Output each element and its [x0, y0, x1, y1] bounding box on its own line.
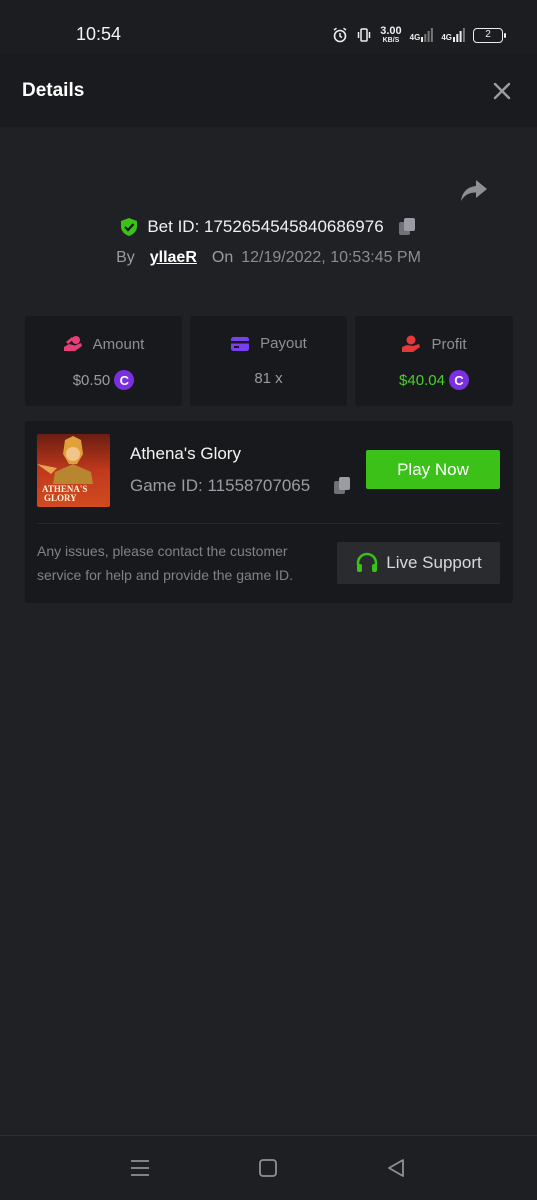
by-label: By — [116, 249, 135, 266]
alarm-icon — [333, 27, 347, 43]
shield-check-icon — [121, 218, 138, 236]
username-link[interactable]: yllaeR — [150, 249, 197, 267]
details-header: Details — [0, 54, 537, 127]
hand-money-icon — [402, 335, 421, 352]
play-now-button[interactable]: Play Now — [366, 450, 500, 489]
amount-label: Amount — [92, 335, 145, 353]
live-support-button[interactable]: Live Support — [337, 542, 500, 584]
game-card: ATHENA'S GLORY Athena's Glory Game ID: 1… — [25, 421, 513, 603]
bet-meta-row: By yllaeR On 12/19/2022, 10:53:45 PM — [0, 249, 537, 267]
svg-text:GLORY: GLORY — [44, 493, 77, 503]
coin-icon: C — [114, 370, 135, 390]
vibrate-icon — [357, 28, 371, 42]
game-id: Game ID: 11558707065 — [130, 476, 311, 495]
bet-id-row: Bet ID: 1752654545840686976 — [0, 216, 537, 238]
payout-card: Payout 81 x — [190, 316, 347, 406]
copy-icon[interactable] — [396, 216, 418, 238]
system-nav-bar — [0, 1135, 537, 1200]
signal-icon — [421, 28, 434, 42]
signal-2: 4G — [441, 28, 465, 42]
bet-date: 12/19/2022, 10:53:45 PM — [241, 249, 421, 266]
back-triangle-icon[interactable] — [386, 1158, 406, 1178]
game-name: Athena's Glory — [130, 444, 241, 463]
help-text: Any issues, please contact the customer … — [37, 543, 294, 583]
game-thumbnail[interactable]: ATHENA'S GLORY — [37, 434, 110, 507]
battery-icon: 2 — [473, 27, 506, 43]
amount-value: $0.50 — [72, 371, 111, 389]
card-icon — [231, 336, 250, 351]
copy-icon[interactable] — [331, 475, 353, 497]
coin-icon: C — [448, 370, 469, 390]
hand-coin-icon — [63, 336, 82, 351]
signal-1: 4G — [410, 28, 434, 42]
headset-icon — [357, 552, 378, 572]
status-bar: 10:54 3.00 KB/S 4G 4G 2 — [0, 0, 537, 54]
profit-label: Profit — [431, 335, 467, 353]
live-support-label: Live Support — [386, 553, 482, 572]
status-time: 10:54 — [76, 24, 122, 44]
network-speed: 3.00 KB/S — [380, 24, 402, 44]
profit-value: $40.04 — [399, 371, 445, 389]
share-icon[interactable] — [459, 178, 489, 204]
bet-id: Bet ID: 1752654545840686976 — [147, 217, 384, 236]
home-square-icon[interactable] — [258, 1158, 278, 1178]
status-icons: 3.00 KB/S 4G 4G 2 — [332, 24, 506, 46]
on-label: On — [211, 249, 234, 266]
signal-icon — [453, 28, 465, 42]
divider — [37, 523, 501, 524]
payout-value: 81 x — [254, 370, 283, 387]
profit-card: Profit $40.04 C — [355, 316, 513, 406]
menu-icon[interactable] — [130, 1158, 150, 1178]
amount-card: Amount $0.50 C — [25, 316, 182, 406]
close-icon[interactable] — [491, 80, 513, 102]
payout-label: Payout — [260, 335, 307, 352]
page-title: Details — [22, 80, 85, 101]
